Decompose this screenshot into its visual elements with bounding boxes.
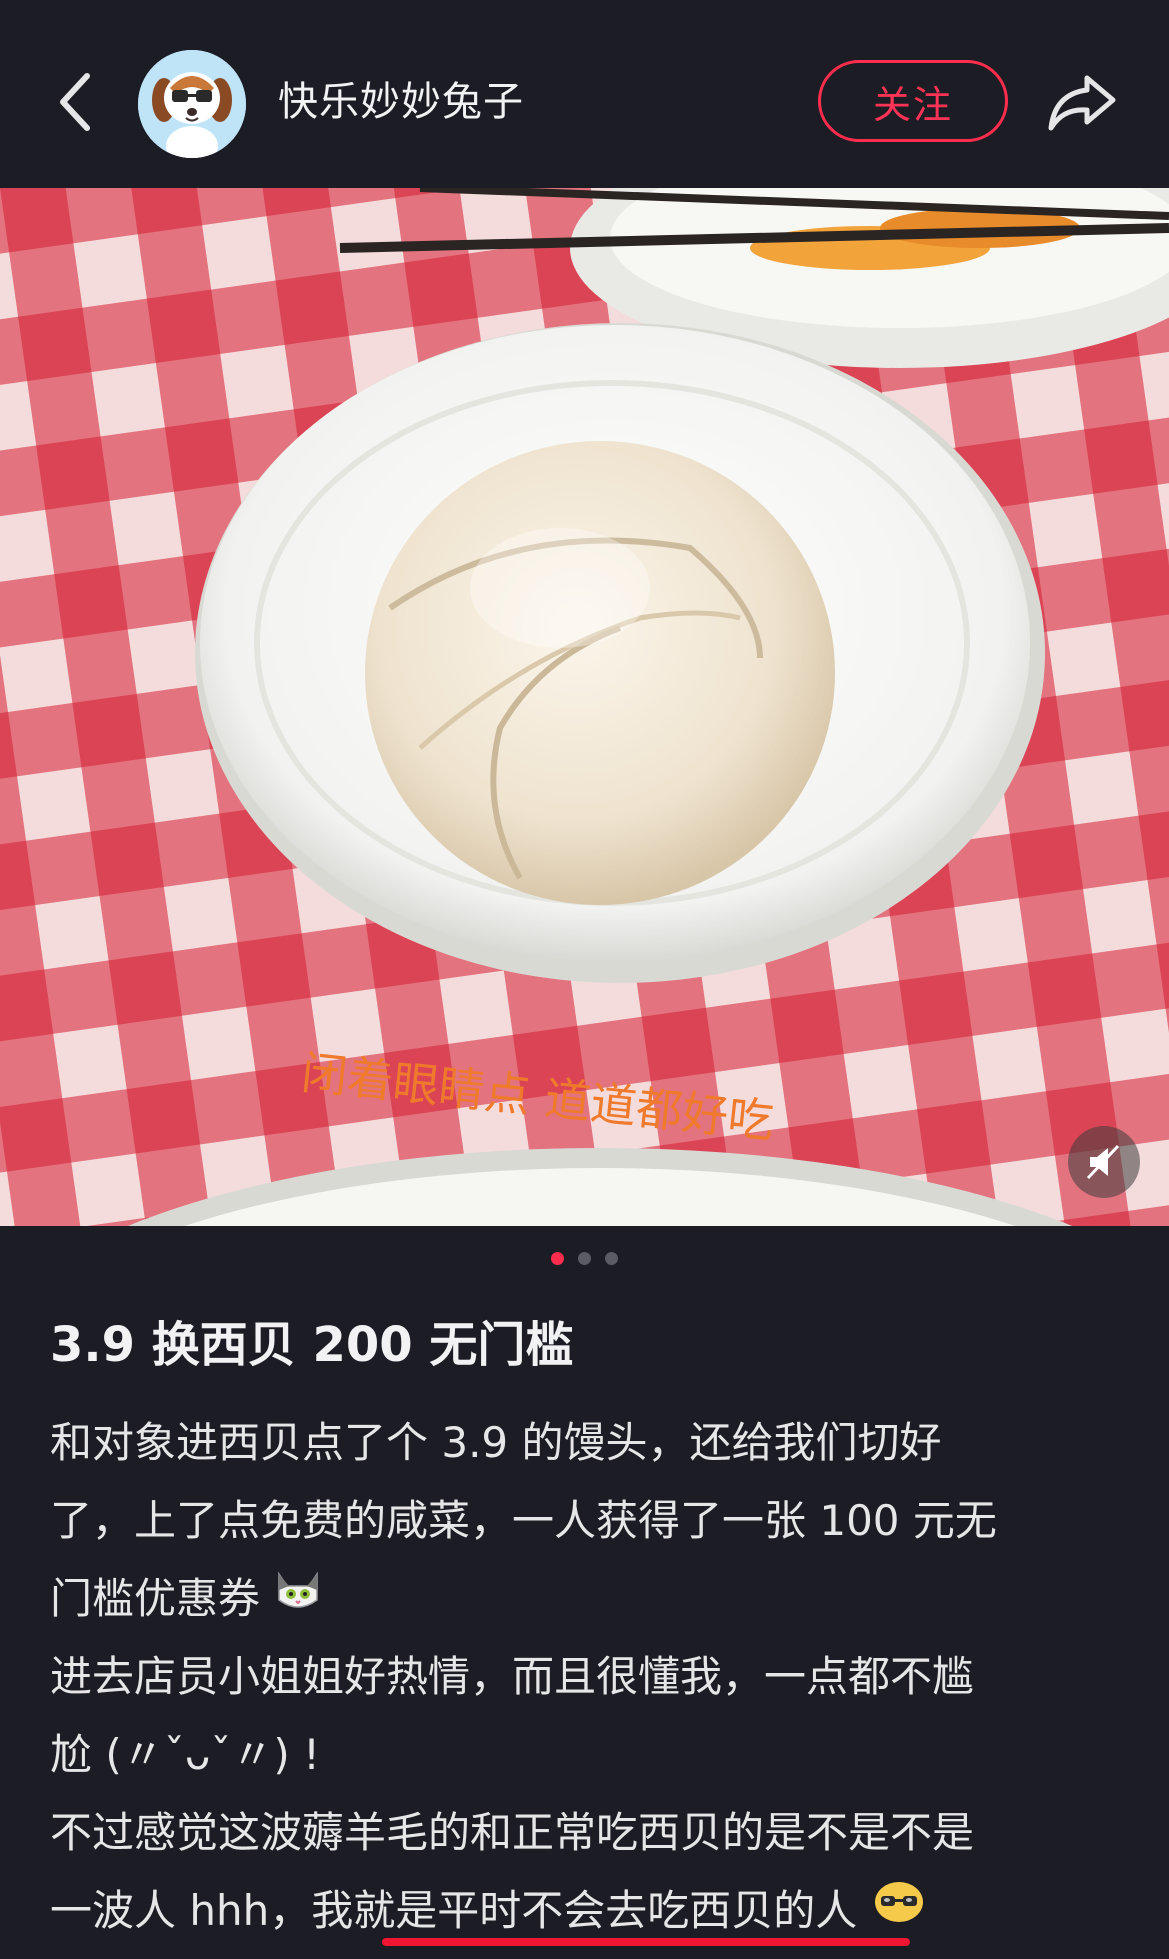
post-photo[interactable]: 闭着眼睛点 道道都好吃 (0, 188, 1169, 1226)
post-body: 和对象进西贝点了个 3.9 的馒头，还给我们切好 了，上了点免费的咸菜，一人获得… (50, 1404, 1130, 1950)
follow-button[interactable]: 关注 (818, 60, 1008, 142)
body-line: 和对象进西贝点了个 3.9 的馒头，还给我们切好 (50, 1418, 942, 1467)
body-line: 尬 (〃ˇᴗˇ〃) ! (50, 1730, 321, 1779)
body-line-with-emoji: 门槛优惠券 (50, 1560, 1130, 1638)
mute-button[interactable] (1068, 1126, 1140, 1198)
share-arrow-icon (1048, 75, 1116, 131)
back-button[interactable] (40, 62, 110, 142)
avatar[interactable] (138, 50, 246, 158)
body-line: 了，上了点免费的咸菜，一人获得了一张 100 元无 (50, 1496, 997, 1545)
beagle-dog-avatar (138, 50, 246, 158)
username[interactable]: 快乐妙妙兔子 (278, 72, 524, 132)
carousel-dot (551, 1252, 564, 1265)
body-line: 不过感觉这波薅羊毛的和正常吃西贝的是不是不是 (50, 1808, 975, 1857)
carousel-dot (605, 1252, 618, 1265)
top-bar: 快乐妙妙兔子 关注 (0, 0, 1169, 188)
chevron-left-icon (60, 73, 90, 131)
text-highlight-underline (382, 1938, 910, 1946)
body-line: 进去店员小姐姐好热情，而且很懂我，一点都不尴 (50, 1652, 975, 1701)
cat-emoji (273, 1559, 323, 1637)
post-title: 3.9 换西贝 200 无门槛 (50, 1317, 574, 1373)
steamed-bun (365, 441, 835, 905)
speaker-muted-icon (1086, 1144, 1120, 1180)
carousel-dot (578, 1252, 591, 1265)
body-text: 一波人 hhh，我就是平时不会去吃西贝的人 (50, 1886, 858, 1935)
sunglasses-face-emoji (871, 1871, 927, 1949)
photo-canvas: 闭着眼睛点 道道都好吃 (0, 188, 1169, 1226)
carousel-indicator (0, 1252, 1169, 1276)
share-button[interactable] (1040, 64, 1124, 140)
body-text: 门槛优惠券 (50, 1574, 261, 1623)
